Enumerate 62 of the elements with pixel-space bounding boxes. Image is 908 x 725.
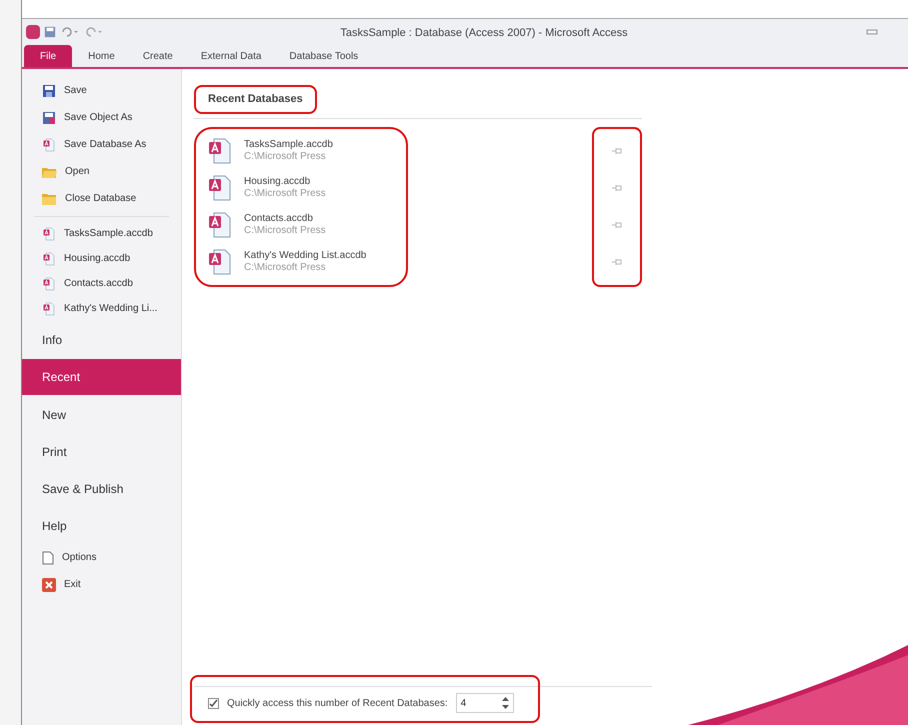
backstage-tab[interactable]: Print <box>22 433 181 470</box>
file-path: C:\Microsoft Press <box>244 151 327 163</box>
backstage-tab[interactable]: Help <box>22 507 181 544</box>
database-file-icon <box>42 252 56 266</box>
ribbon-tab[interactable]: Home <box>76 45 127 67</box>
menu-item[interactable]: Save Object As <box>22 104 181 131</box>
ribbon-tab[interactable]: Create <box>130 45 185 67</box>
menu-item[interactable]: Close Database <box>22 185 181 212</box>
window-title: TasksSample : Database (Access 2007) - Microsoft Access <box>340 27 628 39</box>
database-file-icon <box>42 276 56 290</box>
file-path: C:\Microsoft Press <box>244 225 326 237</box>
checkbox-label: Quickly access this number of Recent Databases: <box>227 696 448 710</box>
file-name: Kathy's Wedding List.accdb <box>244 250 366 262</box>
recent-file-item[interactable]: Housing.accdb <box>22 246 181 271</box>
spinner-arrows-icon[interactable] <box>502 696 509 710</box>
database-file-icon <box>208 174 232 202</box>
recent-database-item[interactable]: TasksSample.accdb C:\Microsoft Press <box>196 132 406 170</box>
database-file-icon <box>42 226 56 240</box>
pin-icon[interactable] <box>611 221 623 229</box>
backstage-tab[interactable]: Recent <box>22 359 181 395</box>
close-icon <box>42 578 56 592</box>
ribbon-tab[interactable]: Database Tools <box>277 45 370 67</box>
file-name: Housing.accdb <box>244 176 312 188</box>
recent-file-item[interactable]: Contacts.accdb <box>22 271 181 296</box>
database-file-icon <box>42 302 56 316</box>
backstage-tab[interactable]: Info <box>22 321 181 358</box>
checkmark-icon <box>209 698 218 708</box>
file-name: Contacts.accdb <box>244 213 314 225</box>
redo-icon[interactable] <box>84 26 104 38</box>
menu-item[interactable]: Save <box>22 77 181 104</box>
ribbon-tab[interactable]: External Data <box>188 45 274 67</box>
document-icon <box>42 550 54 564</box>
backstage-tab[interactable]: New <box>22 396 181 433</box>
recent-file-item[interactable]: TasksSample.accdb <box>22 221 181 246</box>
database-file-icon <box>208 211 232 239</box>
database-file-icon <box>208 248 232 276</box>
menu-item[interactable]: Save Database As <box>22 131 181 158</box>
file-name: TasksSample.accdb <box>244 139 333 151</box>
file-path: C:\Microsoft Press <box>244 262 327 274</box>
database-file-icon <box>208 137 232 165</box>
ribbon-tab[interactable]: File <box>24 45 72 67</box>
minimize-icon[interactable] <box>864 27 880 37</box>
menu-item[interactable]: Exit <box>22 571 181 598</box>
recent-file-item[interactable]: Kathy's Wedding Li... <box>22 296 181 321</box>
checkbox[interactable] <box>208 698 219 708</box>
menu-item[interactable]: Options <box>22 544 181 571</box>
recent-database-item[interactable]: Kathy's Wedding List.accdb C:\Microsoft Press <box>196 244 406 280</box>
number-spinner[interactable]: 4 <box>456 693 514 713</box>
undo-icon[interactable] <box>60 26 80 38</box>
folder-icon <box>42 192 57 205</box>
recent-database-item[interactable]: Contacts.accdb C:\Microsoft Press <box>196 206 406 244</box>
backstage-tab[interactable]: Save & Publish <box>22 470 181 507</box>
pin-icon[interactable] <box>611 147 623 155</box>
pin-icon[interactable] <box>611 258 623 266</box>
database-file-icon <box>42 138 56 152</box>
menu-item[interactable]: Open <box>22 158 181 185</box>
section-heading: Recent Databases <box>194 85 317 114</box>
recent-database-item[interactable]: Housing.accdb C:\Microsoft Press <box>196 170 406 206</box>
folder-icon <box>42 165 57 178</box>
pin-icon[interactable] <box>611 184 623 192</box>
file-path: C:\Microsoft Press <box>244 188 326 200</box>
app-icon <box>26 25 40 39</box>
